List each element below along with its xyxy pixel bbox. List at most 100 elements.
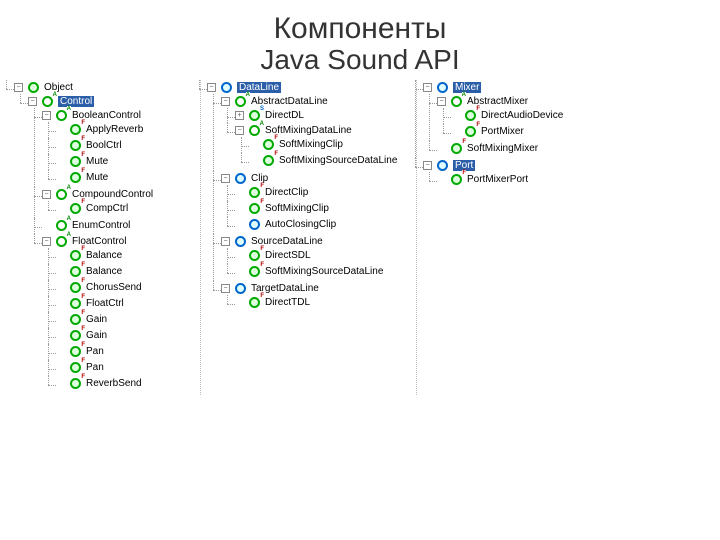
tree-item-label: BoolCtrl — [86, 140, 122, 151]
tree-toggle-icon — [56, 267, 65, 276]
modifier-badge: A — [462, 92, 466, 98]
tree-item[interactable]: −Mixer — [423, 81, 481, 94]
modifier-badge: F — [274, 151, 278, 157]
tree-item[interactable]: −SourceDataLine — [221, 235, 323, 248]
tree-toggle-icon[interactable]: − — [207, 83, 216, 92]
tree-item[interactable]: FBalance — [56, 265, 122, 278]
tree-item[interactable]: FDirectSDL — [235, 249, 311, 262]
tree-toggle-icon[interactable]: − — [221, 237, 230, 246]
tree-item-label: DirectClip — [265, 187, 308, 198]
tree-item[interactable]: AEnumControl — [42, 219, 130, 232]
class-icon: F — [69, 313, 82, 326]
tree-item[interactable]: FReverbSend — [56, 377, 142, 390]
modifier-badge: F — [274, 135, 278, 141]
tree-item[interactable]: FSoftMixingMixer — [437, 142, 538, 155]
tree-item[interactable]: −ACompoundControl — [42, 188, 153, 201]
tree-item[interactable]: −AAbstractDataLine — [221, 95, 328, 108]
tree-toggle-icon[interactable]: − — [42, 237, 51, 246]
tree-toggle-icon[interactable]: − — [28, 97, 37, 106]
modifier-badge: A — [67, 216, 71, 222]
tree-item-label: Control — [58, 96, 94, 107]
class-icon: F — [69, 281, 82, 294]
tree-toggle-icon[interactable]: − — [423, 161, 432, 170]
tree-item[interactable]: FPortMixer — [451, 125, 524, 138]
tree-toggle-icon[interactable]: − — [42, 111, 51, 120]
tree-item[interactable]: −ASoftMixingDataLine — [235, 124, 352, 137]
tree-item[interactable]: −DataLine — [207, 81, 281, 94]
tree-item[interactable]: FMute — [56, 171, 108, 184]
tree-toggle-icon — [56, 141, 65, 150]
modifier-badge: F — [81, 358, 85, 364]
class-icon: F — [69, 202, 82, 215]
tree-item[interactable]: −TargetDataLine — [221, 282, 319, 295]
tree-item[interactable]: FBoolCtrl — [56, 139, 122, 152]
tree-toggle-icon[interactable]: − — [221, 174, 230, 183]
abstract-class-icon: A — [55, 235, 68, 248]
tree-item[interactable]: −Port — [423, 159, 475, 172]
tree-item[interactable]: FPan — [56, 361, 104, 374]
tree-item[interactable]: FApplyReverb — [56, 123, 143, 136]
tree-item[interactable]: F ChorusSend — [56, 281, 142, 294]
tree-item[interactable]: FMute — [56, 155, 108, 168]
modifier-badge: F — [462, 170, 466, 176]
tree-toggle-icon — [235, 298, 244, 307]
tree-toggle-icon[interactable]: − — [221, 284, 230, 293]
tree-item-label: DirectTDL — [265, 297, 310, 308]
class-icon: F — [464, 125, 477, 138]
tree-item-label: PortMixerPort — [467, 174, 528, 185]
modifier-badge: F — [81, 374, 85, 380]
tree-item[interactable]: FCompCtrl — [56, 202, 128, 215]
tree-item-label: SoftMixingSourceDataLine — [279, 155, 397, 166]
tree-toggle-icon[interactable]: − — [235, 126, 244, 135]
tree-item[interactable]: −ABooleanControl — [42, 109, 141, 122]
modifier-badge: F — [260, 246, 264, 252]
tree-item[interactable]: FSoftMixingClip — [249, 138, 343, 151]
class-icon: F — [69, 123, 82, 136]
class-icon: F — [69, 329, 82, 342]
tree-item[interactable]: AutoClosingClip — [235, 218, 336, 231]
tree-toggle-icon — [235, 204, 244, 213]
tree-item[interactable]: FPan — [56, 345, 104, 358]
tree-item-label: ChorusSend — [86, 282, 142, 293]
tree-item[interactable]: − AControl — [28, 95, 94, 108]
tree-item[interactable]: FDirectAudioDevice — [451, 109, 563, 122]
tree-item[interactable]: +SDirectDL — [235, 109, 304, 122]
tree-item[interactable]: FGain — [56, 313, 107, 326]
modifier-badge: F — [81, 246, 85, 252]
tree-toggle-icon[interactable]: − — [42, 190, 51, 199]
modifier-badge: F — [462, 139, 466, 145]
tree-toggle-icon — [56, 299, 65, 308]
tree-item-label: ApplyReverb — [86, 124, 143, 135]
class-icon — [27, 81, 40, 94]
class-icon: F — [69, 377, 82, 390]
tree-item-label: SoftMixingDataLine — [265, 125, 352, 136]
class-icon: F — [248, 265, 261, 278]
tree-toggle-icon[interactable]: + — [235, 111, 244, 120]
tree-toggle-icon — [56, 204, 65, 213]
tree-item[interactable]: FDirectTDL — [235, 296, 310, 309]
modifier-badge: A — [53, 92, 57, 98]
tree-toggle-icon[interactable]: − — [423, 83, 432, 92]
tree-item[interactable]: FFloatCtrl — [56, 297, 124, 310]
tree-item[interactable]: FSoftMixingSourceDataLine — [235, 265, 383, 278]
class-icon: F — [69, 249, 82, 262]
tree-toggle-icon — [437, 175, 446, 184]
tree-toggle-icon[interactable]: − — [14, 83, 23, 92]
tree-toggle-icon — [235, 220, 244, 229]
tree-toggle-icon — [56, 157, 65, 166]
tree-item[interactable]: FBalance — [56, 249, 122, 262]
tree-item[interactable]: FGain — [56, 329, 107, 342]
tree-mixer-port: −Mixer−AAbstractMixerFDirectAudioDeviceF… — [416, 80, 616, 395]
tree-item[interactable]: FDirectClip — [235, 186, 308, 199]
tree-item[interactable]: FPortMixerPort — [437, 173, 528, 186]
tree-item[interactable]: FSoftMixingClip — [235, 202, 329, 215]
tree-item-label: ReverbSend — [86, 378, 142, 389]
modifier-badge: F — [260, 293, 264, 299]
modifier-badge: F — [81, 120, 85, 126]
tree-toggle-icon[interactable]: − — [437, 97, 446, 106]
tree-item[interactable]: FSoftMixingSourceDataLine — [249, 154, 397, 167]
tree-item[interactable]: −Object — [14, 81, 73, 94]
tree-toggle-icon[interactable]: − — [221, 97, 230, 106]
tree-toggle-icon — [42, 221, 51, 230]
tree-item[interactable]: −AAbstractMixer — [437, 95, 528, 108]
